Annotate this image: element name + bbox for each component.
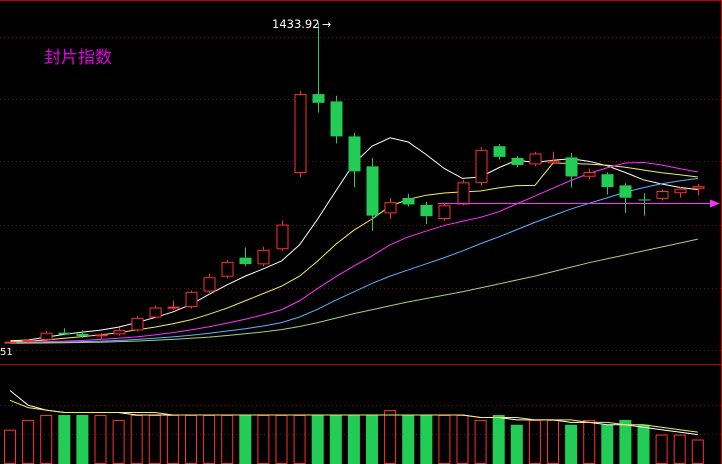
candle-body (475, 149, 488, 183)
candle-body (438, 205, 451, 219)
candle-body (221, 261, 234, 277)
candle-body (601, 174, 614, 188)
candle-body (348, 136, 361, 172)
candle-body (76, 333, 89, 337)
candle (457, 179, 470, 206)
candle (276, 220, 289, 251)
candle (529, 151, 542, 167)
candlestick-chart: 封片指数 1433.92 → 51 (0, 0, 722, 464)
candle-body (312, 94, 325, 103)
candle-body (402, 198, 415, 205)
candle (438, 203, 451, 221)
candle-body (674, 188, 687, 194)
left-edge-value: 51 (0, 347, 13, 358)
high-annotation: 1433.92 (272, 17, 320, 31)
chart-title: 封片指数 (44, 48, 112, 68)
candle (330, 95, 343, 144)
volume-bar (601, 424, 614, 464)
candle-body (257, 249, 270, 265)
volume-bar (347, 415, 360, 464)
candle-body (619, 185, 632, 198)
candle-body (294, 94, 307, 174)
volume-bar (58, 415, 71, 464)
candle (221, 259, 234, 279)
candle-body (239, 257, 252, 265)
candle-body (366, 166, 379, 216)
candle-body (95, 334, 108, 337)
candle-body (185, 291, 198, 307)
volume-bar (329, 415, 342, 464)
candle-body (113, 330, 126, 335)
candle (149, 305, 162, 319)
candle-body (692, 186, 705, 189)
volume-bar (619, 419, 632, 464)
candle-body (547, 160, 560, 164)
candle-body (529, 153, 542, 165)
volume-bar (565, 424, 578, 464)
volume-bar (402, 415, 415, 464)
candle-body (420, 205, 433, 217)
high-annotation-arrow: → (322, 18, 331, 31)
candle-body (330, 101, 343, 137)
volume-bar (239, 415, 252, 464)
volume-bar (76, 415, 89, 464)
candle (185, 290, 198, 309)
candle-body (276, 224, 289, 250)
candle-body (583, 171, 596, 177)
candle-body (384, 202, 397, 214)
volume-bar (311, 415, 324, 464)
candle-body (40, 332, 53, 340)
volume-bar (637, 424, 650, 464)
candle-body (131, 317, 144, 331)
volume-bar (492, 415, 505, 464)
candle (475, 147, 488, 186)
candle-body (656, 191, 669, 199)
candle-body (511, 157, 524, 165)
candle-body (203, 277, 216, 292)
chart-background (0, 0, 722, 464)
candle-body (565, 157, 578, 177)
volume-bar (366, 415, 378, 464)
volume-bar (420, 415, 433, 464)
candle-body (22, 339, 35, 342)
candle-body (167, 306, 180, 309)
candle-body (457, 182, 470, 205)
candle-body (149, 307, 162, 318)
candle (131, 315, 144, 332)
candle-body (4, 341, 17, 344)
candle (294, 90, 307, 177)
candle-body (58, 332, 71, 335)
volume-bar (510, 424, 523, 464)
candle-body (638, 199, 651, 201)
candle-body (493, 146, 506, 157)
